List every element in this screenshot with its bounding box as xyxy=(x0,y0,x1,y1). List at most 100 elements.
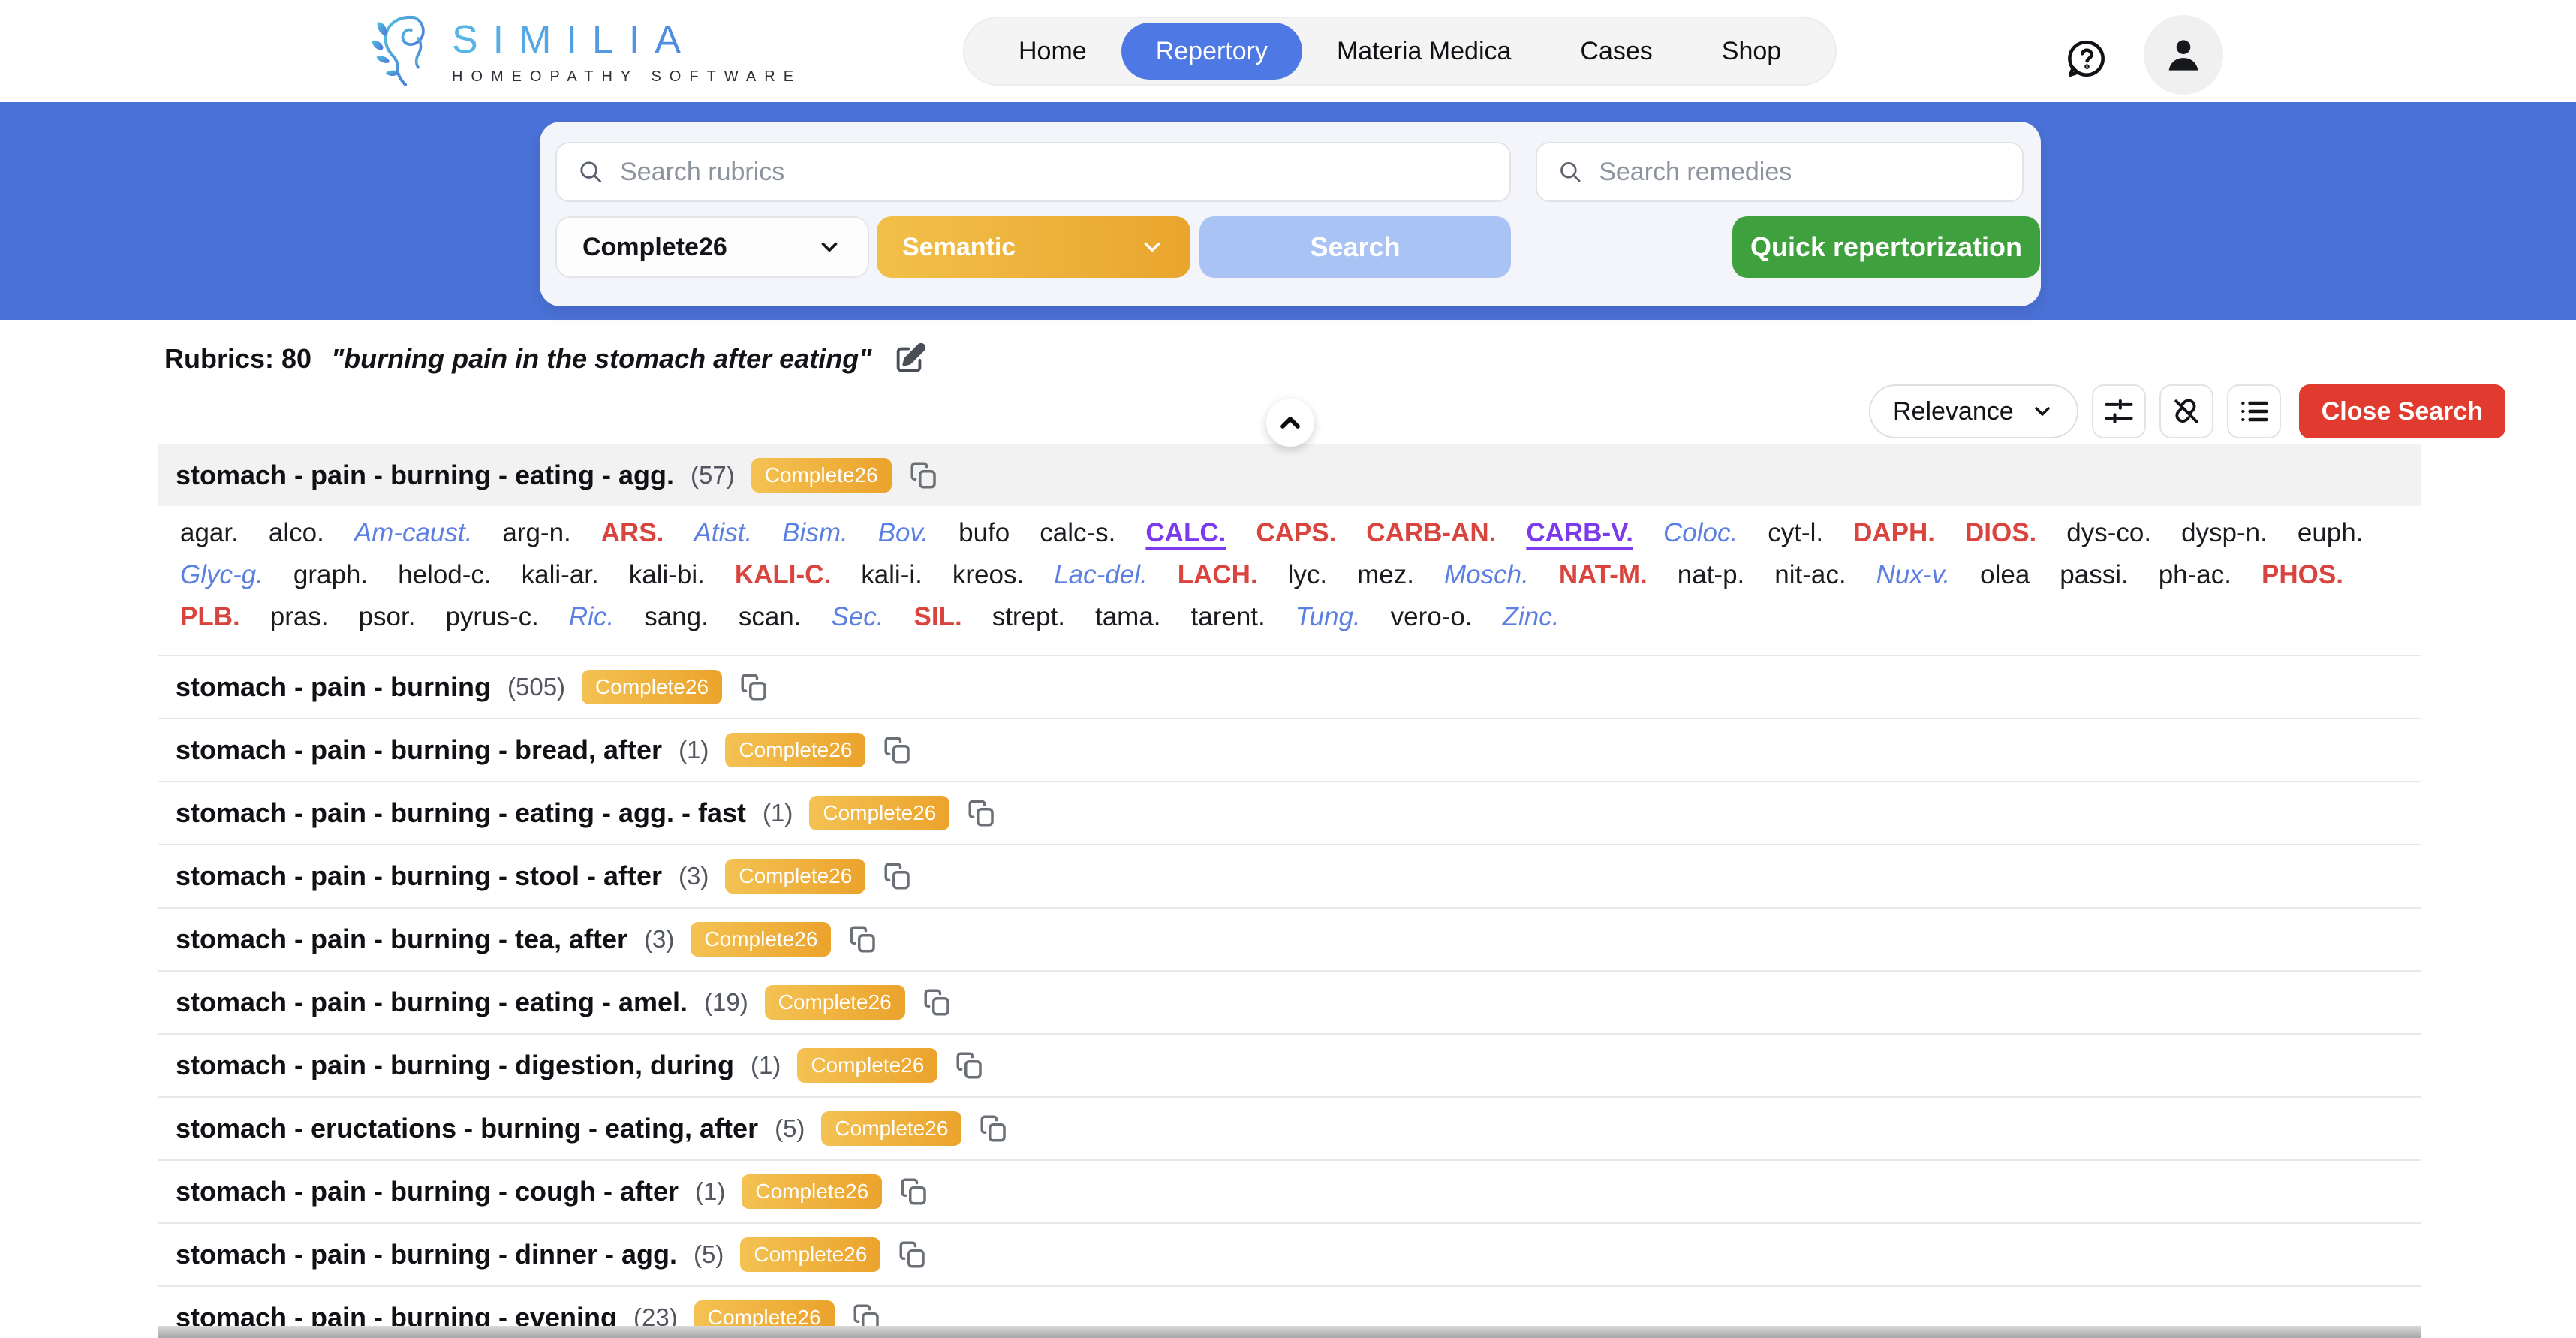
remedy-abbreviation[interactable]: psor. xyxy=(359,602,416,632)
remedy-abbreviation[interactable]: Mosch. xyxy=(1444,560,1529,590)
copy-rubric-button[interactable] xyxy=(897,1239,928,1270)
rubric-row-head[interactable]: stomach - pain - burning - tea, after (3… xyxy=(158,909,2421,970)
search-rubrics-input[interactable] xyxy=(620,157,1490,187)
nav-item-shop[interactable]: Shop xyxy=(1687,23,1816,80)
copy-rubric-button[interactable] xyxy=(954,1050,986,1081)
remedy-abbreviation[interactable]: Am-caust. xyxy=(354,518,473,548)
remedy-abbreviation[interactable]: scan. xyxy=(739,602,802,632)
remedy-abbreviation[interactable]: kali-bi. xyxy=(629,560,705,590)
filter-settings-button[interactable] xyxy=(2091,384,2146,438)
copy-rubric-button[interactable] xyxy=(882,734,913,766)
rubric-row-head[interactable]: stomach - pain - burning - eating - agg.… xyxy=(158,444,2421,506)
rubric-row-head[interactable]: stomach - pain - burning (505) Complete2… xyxy=(158,656,2421,718)
remedy-abbreviation[interactable]: cyt-l. xyxy=(1768,518,1823,548)
remedy-abbreviation[interactable]: calc-s. xyxy=(1040,518,1115,548)
repertory-badge[interactable]: Complete26 xyxy=(809,796,950,830)
remedy-abbreviation[interactable]: passi. xyxy=(2060,560,2128,590)
repertory-badge[interactable]: Complete26 xyxy=(725,859,866,894)
quick-repertorization-button[interactable]: Quick repertorization xyxy=(1732,216,2040,278)
remedy-abbreviation[interactable]: tama. xyxy=(1095,602,1161,632)
remedy-abbreviation[interactable]: dysp-n. xyxy=(2181,518,2268,548)
remedy-abbreviation[interactable]: Bism. xyxy=(782,518,848,548)
repertory-select[interactable]: Complete26 xyxy=(555,216,869,278)
list-view-button[interactable] xyxy=(2226,384,2281,438)
copy-rubric-button[interactable] xyxy=(922,987,953,1018)
remedy-abbreviation[interactable]: kreos. xyxy=(952,560,1024,590)
remedy-abbreviation[interactable]: Lac-del. xyxy=(1054,560,1148,590)
remedy-abbreviation[interactable]: pyrus-c. xyxy=(445,602,538,632)
remedy-abbreviation[interactable]: Glyc-g. xyxy=(180,560,263,590)
remedy-abbreviation[interactable]: Atist. xyxy=(694,518,752,548)
rubric-row-head[interactable]: stomach - pain - burning - stool - after… xyxy=(158,845,2421,907)
remedy-abbreviation[interactable]: Nux-v. xyxy=(1876,560,1951,590)
remedy-abbreviation[interactable]: vero-o. xyxy=(1391,602,1473,632)
rubric-row-head[interactable]: stomach - pain - burning - eating - agg.… xyxy=(158,782,2421,844)
user-avatar[interactable] xyxy=(2144,15,2223,95)
remedy-abbreviation[interactable]: tarent. xyxy=(1191,602,1265,632)
nav-item-materia-medica[interactable]: Materia Medica xyxy=(1302,23,1545,80)
help-button[interactable] xyxy=(2063,35,2111,83)
repertory-badge[interactable]: Complete26 xyxy=(764,985,905,1020)
remedy-abbreviation[interactable]: SIL. xyxy=(914,602,962,632)
close-search-button[interactable]: Close Search xyxy=(2298,384,2506,438)
remedy-abbreviation[interactable]: CARB-V. xyxy=(1526,518,1633,548)
rubric-row-head[interactable]: stomach - pain - burning - dinner - agg.… xyxy=(158,1224,2421,1285)
remedy-abbreviation[interactable]: Tung. xyxy=(1296,602,1361,632)
rubric-row-head[interactable]: stomach - pain - burning - bread, after … xyxy=(158,719,2421,781)
remedy-abbreviation[interactable]: lyc. xyxy=(1288,560,1328,590)
remedy-abbreviation[interactable]: DIOS. xyxy=(1965,518,2036,548)
remedy-abbreviation[interactable]: kali-i. xyxy=(861,560,922,590)
remedy-abbreviation[interactable]: mez. xyxy=(1357,560,1414,590)
collapse-search-button[interactable] xyxy=(1266,399,1314,447)
search-button[interactable]: Search xyxy=(1199,216,1511,278)
copy-rubric-button[interactable] xyxy=(978,1113,1010,1144)
remedy-abbreviation[interactable]: kali-ar. xyxy=(522,560,599,590)
remedy-abbreviation[interactable]: dys-co. xyxy=(2066,518,2151,548)
remedy-abbreviation[interactable]: agar. xyxy=(180,518,239,548)
rubric-row-head[interactable]: stomach - pain - burning - eating - amel… xyxy=(158,972,2421,1033)
copy-rubric-button[interactable] xyxy=(882,860,913,892)
remedy-abbreviation[interactable]: Sec. xyxy=(831,602,883,632)
copy-rubric-button[interactable] xyxy=(966,797,998,829)
copy-rubric-button[interactable] xyxy=(739,671,770,703)
remedy-abbreviation[interactable]: Coloc. xyxy=(1663,518,1738,548)
remedy-abbreviation[interactable]: DAPH. xyxy=(1853,518,1935,548)
rubric-row-head[interactable]: stomach - eructations - burning - eating… xyxy=(158,1098,2421,1159)
remedy-abbreviation[interactable]: strept. xyxy=(992,602,1065,632)
repertory-badge[interactable]: Complete26 xyxy=(742,1174,883,1209)
rubric-row-head[interactable]: stomach - pain - burning - cough - after… xyxy=(158,1161,2421,1222)
edit-query-button[interactable] xyxy=(892,342,927,376)
remedy-abbreviation[interactable]: Bov. xyxy=(878,518,928,548)
remedy-abbreviation[interactable]: LACH. xyxy=(1178,560,1258,590)
similia-logo[interactable]: SIMILIA HOMEOPATHY SOFTWARE xyxy=(369,11,802,92)
repertory-badge[interactable]: Complete26 xyxy=(821,1111,962,1146)
copy-rubric-button[interactable] xyxy=(898,1176,930,1207)
unlink-button[interactable] xyxy=(2159,384,2213,438)
repertory-badge[interactable]: Complete26 xyxy=(797,1048,938,1083)
copy-rubric-button[interactable] xyxy=(847,924,879,955)
remedy-abbreviation[interactable]: nit-ac. xyxy=(1774,560,1846,590)
remedy-abbreviation[interactable]: KALI-C. xyxy=(735,560,831,590)
nav-item-repertory[interactable]: Repertory xyxy=(1121,23,1302,80)
remedy-abbreviation[interactable]: euph. xyxy=(2298,518,2364,548)
remedy-abbreviation[interactable]: alco. xyxy=(269,518,324,548)
sort-select[interactable]: Relevance xyxy=(1869,384,2078,438)
nav-item-cases[interactable]: Cases xyxy=(1545,23,1687,80)
remedy-abbreviation[interactable]: sang. xyxy=(644,602,709,632)
rubric-row-head[interactable]: stomach - pain - burning - digestion, du… xyxy=(158,1035,2421,1096)
remedy-abbreviation[interactable]: pras. xyxy=(270,602,329,632)
remedy-abbreviation[interactable]: Zinc. xyxy=(1503,602,1560,632)
remedy-abbreviation[interactable]: helod-c. xyxy=(398,560,492,590)
remedy-abbreviation[interactable]: ph-ac. xyxy=(2159,560,2231,590)
search-mode-select[interactable]: Semantic xyxy=(877,216,1190,278)
remedy-abbreviation[interactable]: arg-n. xyxy=(502,518,570,548)
repertory-badge[interactable]: Complete26 xyxy=(691,922,832,957)
remedy-abbreviation[interactable]: CARB-AN. xyxy=(1366,518,1496,548)
repertory-badge[interactable]: Complete26 xyxy=(725,733,866,767)
remedy-abbreviation[interactable]: Ric. xyxy=(569,602,614,632)
remedy-abbreviation[interactable]: ARS. xyxy=(601,518,664,548)
remedy-abbreviation[interactable]: bufo xyxy=(958,518,1010,548)
remedy-abbreviation[interactable]: NAT-M. xyxy=(1559,560,1648,590)
remedy-abbreviation[interactable]: CAPS. xyxy=(1256,518,1336,548)
repertory-badge[interactable]: Complete26 xyxy=(740,1237,881,1272)
